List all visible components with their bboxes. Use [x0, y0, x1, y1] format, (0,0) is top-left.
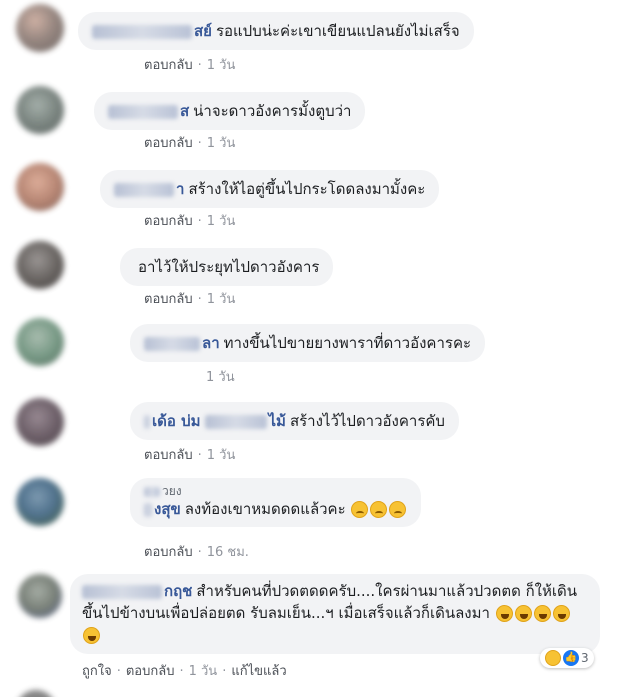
comment-actions: ถูกใจ · ตอบกลับ · 1 วัน · แก้ไขแล้ว: [82, 660, 287, 681]
name-blur: [92, 24, 192, 39]
timestamp[interactable]: 1 วัน: [207, 214, 236, 229]
timestamp[interactable]: 1 วัน: [207, 448, 236, 463]
sad-emoji-icon: [389, 501, 407, 518]
separator-dot: ·: [197, 545, 202, 560]
name-blur: [144, 486, 160, 497]
comment-actions: ตอบกลับ · 1 วัน: [144, 132, 235, 153]
comment-actions: ตอบกลับ · 1 วัน: [144, 210, 235, 231]
comment-bubble: วยง งสุข ลงท้องเขาหมดดดแล้วคะ: [130, 478, 422, 527]
comment-actions: ตอบกลับ · 1 วัน: [144, 54, 235, 75]
avatar[interactable]: [16, 86, 64, 134]
comment-text: สร้างให้ไอตู่ขึ้นไปกระโดดลงมามั้งคะ: [188, 180, 426, 198]
laughing-emoji-icon: [552, 605, 570, 622]
avatar[interactable]: [18, 574, 62, 618]
avatar[interactable]: [16, 398, 64, 446]
name-blur: [144, 414, 150, 429]
name-blur: [144, 336, 200, 351]
commenter-name-tail[interactable]: ไม้: [269, 412, 286, 430]
comment-text: อาไว้ให้ประยุทไปดาวอังคาร: [138, 258, 320, 276]
commenter-name[interactable]: เด้อ บ่ม: [152, 412, 201, 430]
separator-dot: ·: [179, 664, 184, 679]
name-blur: [144, 502, 152, 517]
commenter-name[interactable]: ลา: [202, 334, 220, 352]
commenter-name[interactable]: งสุข: [154, 500, 181, 518]
name-blur: [108, 104, 178, 119]
comment-text: ทางขึ้นไปขายยางพาราที่ดาวอังคารคะ: [223, 334, 472, 352]
comment-bubble: กฤช สำหรับคนที่ปวดตดดครับ....ใครผ่านมาแล้…: [70, 574, 600, 654]
commenter-name[interactable]: า: [176, 180, 184, 198]
comment-text: สร้างไว้ไปดาวอังคารคับ: [289, 412, 445, 430]
commenter-name[interactable]: สย์: [194, 22, 212, 40]
avatar[interactable]: [16, 4, 64, 52]
comment-actions: 1 วัน: [206, 366, 235, 387]
reaction-count: 3: [581, 651, 589, 665]
separator-dot: ·: [197, 448, 202, 463]
comment-bubble: สย์ รอแปบน่ะค่ะเขาเขียนแปลนยังไม่เสร็จ: [78, 12, 474, 50]
separator-dot: ·: [197, 136, 202, 151]
sad-emoji-icon: [370, 501, 388, 518]
comment-actions: ตอบกลับ · 1 วัน: [144, 444, 235, 465]
commenter-name[interactable]: กฤช: [164, 582, 192, 600]
timestamp[interactable]: 1 วัน: [207, 292, 236, 307]
laughing-emoji-icon: [514, 605, 532, 622]
laughing-emoji-icon: [495, 605, 513, 622]
separator-dot: ·: [116, 664, 121, 679]
commenter-name-top[interactable]: วยง: [162, 484, 182, 498]
reply-link[interactable]: ตอบกลับ: [144, 292, 193, 307]
edited-label[interactable]: แก้ไขแล้ว: [231, 664, 286, 679]
comment-bubble: เด้อ บ่ม ไม้ สร้างไว้ไปดาวอังคารคับ: [130, 402, 459, 440]
separator-dot: ·: [197, 214, 202, 229]
reply-link[interactable]: ตอบกลับ: [144, 448, 193, 463]
comment-actions: ตอบกลับ · 16 ชม.: [144, 541, 249, 562]
comment-bubble: สน่าจะดาวอังคารมั้งตูบว่า: [94, 92, 366, 130]
like-link[interactable]: ถูกใจ: [82, 664, 112, 679]
timestamp[interactable]: 1 วัน: [206, 370, 235, 385]
commenter-name[interactable]: ส: [180, 102, 189, 120]
timestamp[interactable]: 1 วัน: [189, 664, 218, 679]
avatar[interactable]: [16, 318, 64, 366]
reply-link[interactable]: ตอบกลับ: [126, 664, 175, 679]
avatar[interactable]: [16, 163, 64, 211]
avatar[interactable]: [16, 478, 64, 526]
like-reaction-icon: 👍: [563, 650, 579, 666]
reaction-summary[interactable]: 👍 3: [540, 648, 594, 668]
timestamp[interactable]: 1 วัน: [207, 136, 236, 151]
timestamp[interactable]: 16 ชม.: [207, 545, 249, 560]
comment-text: ลงท้องเขาหมดดดแล้วคะ: [184, 500, 346, 518]
reply-link[interactable]: ตอบกลับ: [144, 58, 193, 73]
laughing-emoji-icon: [533, 605, 551, 622]
comment-actions: ตอบกลับ · 1 วัน: [144, 288, 235, 309]
reply-link[interactable]: ตอบกลับ: [144, 545, 193, 560]
comment-text: น่าจะดาวอังคารมั้งตูบว่า: [193, 102, 352, 120]
haha-reaction-icon: [545, 650, 561, 666]
timestamp[interactable]: 1 วัน: [207, 58, 236, 73]
separator-dot: ·: [222, 664, 227, 679]
separator-dot: ·: [197, 58, 202, 73]
name-blur: [204, 414, 267, 429]
reply-link[interactable]: ตอบกลับ: [144, 136, 193, 151]
avatar[interactable]: [16, 690, 56, 697]
comment-bubble: าสร้างให้ไอตู่ขึ้นไปกระโดดลงมามั้งคะ: [100, 170, 440, 208]
comment-bubble: อาไว้ให้ประยุทไปดาวอังคาร: [120, 248, 334, 286]
name-prefix-row: วยง: [144, 484, 407, 499]
comment-text: รอแปบน่ะค่ะเขาเขียนแปลนยังไม่เสร็จ: [215, 22, 460, 40]
comment-bubble: ลา ทางขึ้นไปขายยางพาราที่ดาวอังคารคะ: [130, 324, 486, 362]
laughing-emoji-icon: [83, 627, 100, 644]
reply-link[interactable]: ตอบกลับ: [144, 214, 193, 229]
name-blur: [82, 584, 162, 599]
name-blur: [114, 182, 174, 197]
avatar[interactable]: [16, 241, 64, 289]
sad-emoji-icon: [351, 501, 369, 518]
separator-dot: ·: [197, 292, 202, 307]
